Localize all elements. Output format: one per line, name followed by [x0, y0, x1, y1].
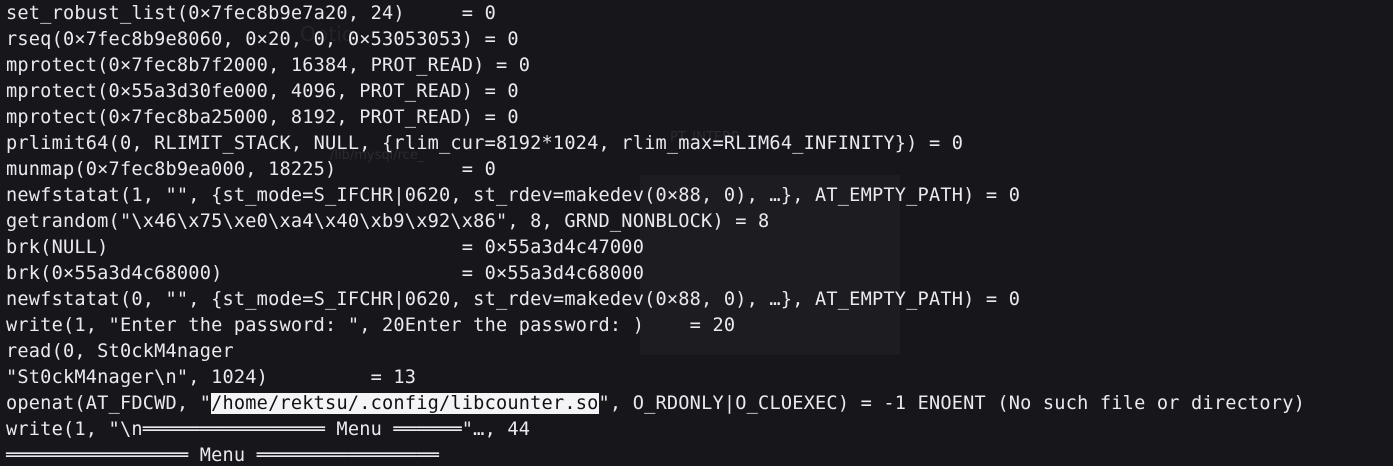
- selected-path-text[interactable]: /home/rektsu/.config/libcounter.so: [211, 393, 599, 414]
- terminal-line: rseq(0×7fec8b9e8060, 0×20, 0, 0×53053053…: [6, 29, 519, 50]
- terminal-line: "St0ckM4nager\n", 1024) = 13: [6, 367, 417, 388]
- terminal-line: brk(NULL) = 0×55a3d4c47000: [6, 237, 645, 258]
- terminal-line: getrandom("\x46\x75\xe0\xa4\x40\xb9\x92\…: [6, 211, 770, 232]
- terminal-line: mprotect(0×7fec8ba25000, 8192, PROT_READ…: [6, 107, 519, 128]
- terminal-window[interactable]: Optio /lib/mysql/rce_ PT_INTERP set_robu…: [0, 0, 1393, 466]
- terminal-line: mprotect(0×7fec8b7f2000, 16384, PROT_REA…: [6, 55, 531, 76]
- terminal-line: set_robust_list(0×7fec8b9e7a20, 24) = 0: [6, 3, 496, 24]
- terminal-line-openat: openat(AT_FDCWD, "/home/rektsu/.config/l…: [6, 391, 1305, 417]
- openat-suffix: ", O_RDONLY|O_CLOEXEC) = -1 ENOENT (No s…: [598, 393, 1305, 414]
- terminal-line: brk(0×55a3d4c68000) = 0×55a3d4c68000: [6, 263, 645, 284]
- terminal-line: write(1, "Enter the password: ", 20Enter…: [6, 315, 736, 336]
- terminal-line: newfstatat(0, "", {st_mode=S_IFCHR|0620,…: [6, 289, 1021, 310]
- terminal-line: prlimit64(0, RLIMIT_STACK, NULL, {rlim_c…: [6, 133, 964, 154]
- openat-prefix: openat(AT_FDCWD, ": [6, 393, 212, 414]
- terminal-line-menu-banner: ════════════════ Menu ════════════════: [6, 445, 439, 466]
- terminal-line: mprotect(0×55a3d30fe000, 4096, PROT_READ…: [6, 81, 519, 102]
- terminal-line: munmap(0×7fec8b9ea000, 18225) = 0: [6, 159, 496, 180]
- terminal-line: write(1, "\n════════════════ Menu ══════…: [6, 419, 531, 440]
- terminal-line: read(0, St0ckM4nager: [6, 341, 234, 362]
- terminal-line: newfstatat(1, "", {st_mode=S_IFCHR|0620,…: [6, 185, 1021, 206]
